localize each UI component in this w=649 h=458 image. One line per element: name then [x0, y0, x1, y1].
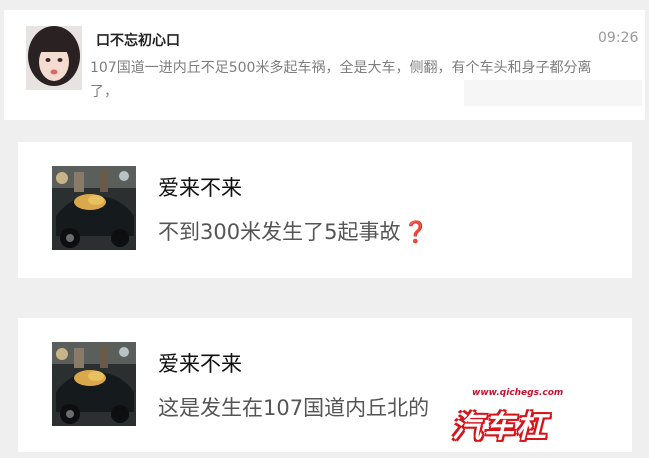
chat-row[interactable]: 口不忘初心口 09:26 107国道一进内丘不足500米多起车祸，全是大车，侧翻…	[4, 10, 645, 120]
avatar-photo	[52, 166, 136, 250]
watermark: www.qichegs.com 汽车杠	[452, 388, 622, 445]
avatar[interactable]	[52, 166, 136, 250]
avatar[interactable]	[26, 26, 82, 90]
message-time: 09:26	[598, 30, 639, 46]
contact-name: 口不忘初心口	[96, 33, 180, 49]
watermark-url: www.qichegs.com	[472, 388, 564, 398]
blurred-area	[464, 80, 642, 106]
reply-card[interactable]: 爱来不来 不到300米发生了5起事故❓	[18, 142, 632, 278]
avatar-photo	[26, 26, 82, 90]
question-mark-icon: ❓	[402, 220, 429, 244]
avatar-photo	[52, 342, 136, 426]
reply-text: 不到300米发生了5起事故	[158, 220, 401, 244]
sender-name: 爱来不来	[158, 176, 242, 200]
watermark-logo: 汽车杠	[452, 410, 548, 445]
avatar[interactable]	[52, 342, 136, 426]
reply-message: 这是发生在107国道内丘北的	[158, 396, 430, 420]
sender-name: 爱来不来	[158, 352, 242, 376]
reply-message: 不到300米发生了5起事故❓	[158, 216, 429, 246]
